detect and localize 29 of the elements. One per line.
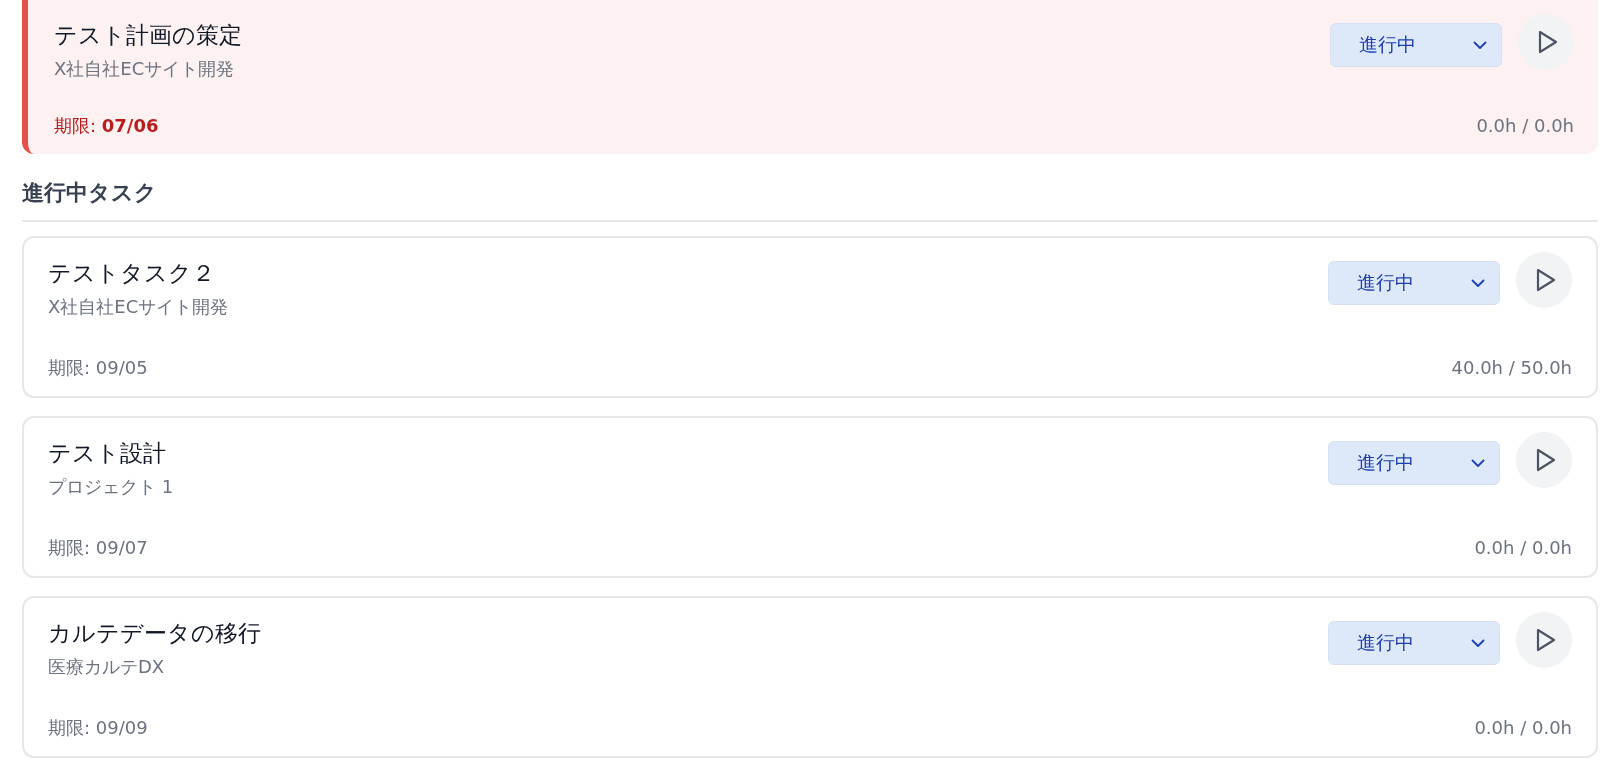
status-dropdown[interactable]: 進行中 <box>1328 261 1500 305</box>
caret-icon <box>1471 638 1485 648</box>
caret-icon <box>1471 278 1485 288</box>
caret-icon <box>1471 458 1485 468</box>
due-date: 期限: 09/05 <box>48 356 148 380</box>
project-name: X社自社ECサイト開発 <box>54 57 236 81</box>
hours-text: 0.0h / 0.0h <box>1476 115 1574 136</box>
due-date: 期限: 07/06 <box>54 114 159 138</box>
hours-text: 0.0h / 0.0h <box>1474 537 1572 558</box>
play-icon <box>1538 30 1558 54</box>
task-title: テスト設計 <box>48 439 167 468</box>
hours-text: 40.0h / 50.0h <box>1451 357 1572 378</box>
status-dropdown[interactable]: 進行中 <box>1328 441 1500 485</box>
task-title: テストタスク２ <box>48 259 216 288</box>
play-icon <box>1536 448 1556 472</box>
due-date: 期限: 09/07 <box>48 536 148 560</box>
task-title: テスト計画の策定 <box>54 21 242 50</box>
status-dropdown[interactable]: 進行中 <box>1328 621 1500 665</box>
hours-text: 0.0h / 0.0h <box>1474 717 1572 738</box>
task-title: カルテデータの移行 <box>48 619 261 648</box>
section-heading: 進行中タスク <box>22 178 1598 222</box>
caret-icon <box>1473 40 1487 50</box>
project-name: X社自社ECサイト開発 <box>48 295 229 319</box>
due-date: 期限: 09/09 <box>48 716 148 740</box>
status-dropdown[interactable]: 進行中 <box>1330 23 1502 67</box>
project-name: プロジェクト 1 <box>48 475 174 499</box>
play-icon <box>1536 268 1556 292</box>
play-icon <box>1536 628 1556 652</box>
project-name: 医療カルテDX <box>48 655 166 679</box>
